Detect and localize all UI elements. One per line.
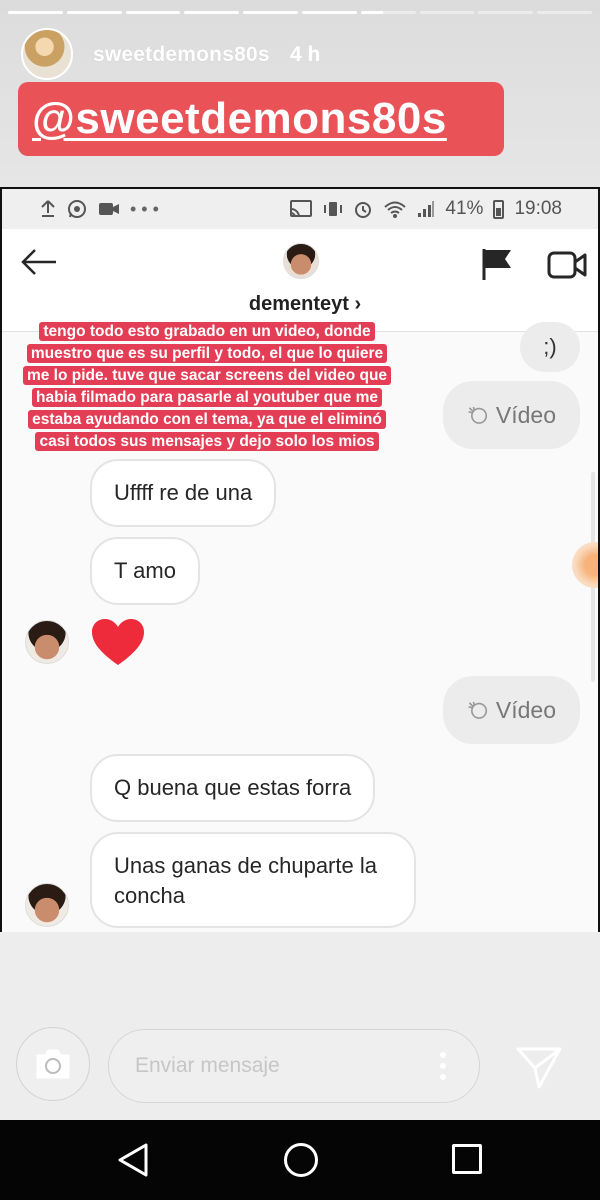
video-call-icon[interactable] bbox=[547, 249, 587, 281]
chevron-right-icon: › bbox=[354, 293, 362, 315]
camera-status-icon bbox=[99, 203, 119, 215]
progress-segment bbox=[184, 11, 240, 14]
vibrate-icon bbox=[324, 202, 343, 216]
progress-segment bbox=[301, 11, 357, 14]
story-header: sweetdemons80s 4 h @sweetdemons80s bbox=[0, 0, 600, 190]
video-message-sent[interactable]: Vídeo bbox=[443, 676, 580, 744]
story-timestamp: 4 h bbox=[290, 43, 321, 66]
progress-segment bbox=[125, 11, 181, 14]
more-notifications-icon: • • • bbox=[130, 198, 159, 219]
progress-segment bbox=[8, 11, 63, 14]
message-text: Uffff re de una bbox=[114, 480, 253, 505]
story-avatar[interactable] bbox=[21, 28, 73, 80]
caption-text: tengo todo esto grabado en un video, don… bbox=[22, 322, 392, 451]
story-username[interactable]: sweetdemons80s bbox=[93, 43, 270, 67]
story-progress-bar bbox=[8, 11, 592, 14]
progress-segment bbox=[419, 11, 475, 14]
message-text: ;) bbox=[543, 334, 557, 359]
more-options-icon[interactable] bbox=[440, 1051, 446, 1081]
status-bar: • • • 41% 19:08 bbox=[2, 189, 598, 229]
alarm-icon bbox=[355, 202, 372, 218]
message-bubble-received[interactable]: Q buena que estas forra bbox=[90, 754, 376, 822]
nav-home-icon[interactable] bbox=[284, 1143, 318, 1177]
whatsapp-icon bbox=[68, 200, 86, 218]
progress-segment bbox=[478, 11, 534, 14]
signal-icon bbox=[418, 201, 435, 217]
camera-button[interactable] bbox=[16, 1027, 90, 1101]
chat-head-bubble[interactable] bbox=[572, 542, 598, 588]
send-icon[interactable] bbox=[515, 1046, 563, 1090]
message-bubble-sent[interactable]: ;) bbox=[520, 322, 580, 372]
sender-avatar[interactable] bbox=[25, 883, 69, 927]
message-placeholder: Enviar mensaje bbox=[135, 1054, 280, 1077]
video-label: Vídeo bbox=[495, 696, 556, 723]
dm-username-text: dementeyt bbox=[248, 293, 349, 315]
dm-header: dementeyt › bbox=[2, 229, 598, 332]
sender-avatar[interactable] bbox=[25, 620, 69, 664]
video-message-sent[interactable]: Vídeo bbox=[443, 381, 580, 449]
progress-segment bbox=[537, 11, 592, 14]
video-reel-icon bbox=[468, 406, 488, 424]
back-arrow-icon[interactable] bbox=[20, 247, 58, 277]
camera-icon bbox=[36, 1049, 70, 1079]
cast-icon bbox=[290, 200, 313, 218]
message-text: Q buena que estas forra bbox=[114, 775, 352, 800]
clock: 19:08 bbox=[514, 198, 562, 219]
battery-percent: 41% bbox=[445, 198, 484, 219]
video-reel-icon bbox=[468, 701, 488, 719]
android-nav-bar bbox=[0, 1120, 600, 1200]
upload-icon bbox=[41, 200, 55, 217]
message-text: Unas ganas de chuparte la concha bbox=[114, 853, 377, 908]
nav-back-icon[interactable] bbox=[116, 1142, 150, 1178]
dm-screenshot: • • • 41% 19:08 dementeyt › ;) Vídeo Uff… bbox=[0, 187, 600, 932]
flag-icon[interactable] bbox=[480, 247, 514, 281]
dm-profile-avatar[interactable] bbox=[283, 243, 319, 279]
battery-icon bbox=[493, 199, 505, 219]
story-reply-bar: Enviar mensaje bbox=[0, 932, 600, 1120]
message-bubble-received[interactable]: Unas ganas de chuparte la concha bbox=[90, 832, 416, 928]
message-text: T amo bbox=[114, 558, 176, 583]
video-label: Vídeo bbox=[495, 401, 556, 428]
dm-username[interactable]: dementeyt › bbox=[2, 293, 598, 316]
progress-segment-active bbox=[360, 11, 416, 14]
wifi-icon bbox=[384, 201, 407, 218]
nav-recents-icon[interactable] bbox=[452, 1144, 482, 1174]
message-bubble-received[interactable]: T amo bbox=[90, 537, 200, 605]
caption-text-overlay[interactable]: tengo todo esto grabado en un video, don… bbox=[22, 321, 392, 453]
message-input[interactable]: Enviar mensaje bbox=[108, 1029, 480, 1103]
progress-segment bbox=[66, 11, 122, 14]
heart-emoji[interactable] bbox=[90, 617, 146, 667]
progress-segment bbox=[243, 11, 298, 14]
message-bubble-received[interactable]: Uffff re de una bbox=[90, 459, 277, 527]
mention-sticker[interactable]: @sweetdemons80s bbox=[18, 82, 504, 156]
